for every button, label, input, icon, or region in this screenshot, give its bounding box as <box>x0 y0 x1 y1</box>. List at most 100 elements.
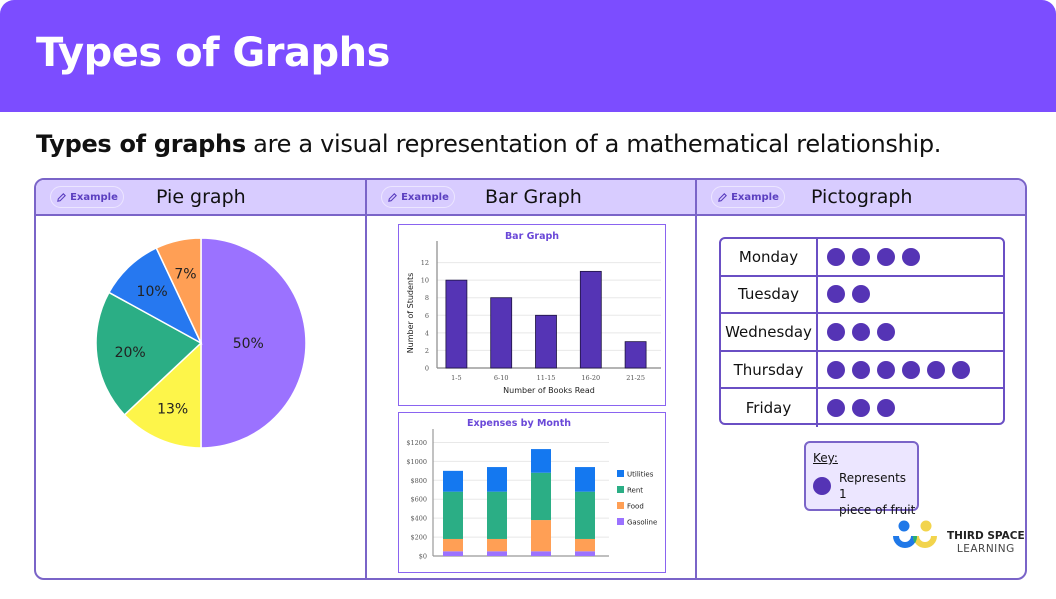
bar-graph-box: Bar Graph 0 2 4 6 8 10 12 1-5 6-10 11-15 16-20 21-25… <box>398 224 666 406</box>
bar-2 <box>535 314 557 369</box>
example-badge: Example <box>711 186 785 208</box>
pictograph-dots <box>818 352 970 388</box>
stack-ytick-6: $1200 <box>406 439 427 447</box>
bar-column-header: Example Bar Graph <box>367 180 695 216</box>
fruit-dot-icon <box>827 285 845 304</box>
legend-swatch-utilities <box>617 470 624 477</box>
pie-label-0: 50% <box>233 336 264 352</box>
pie-label-2: 20% <box>115 345 146 361</box>
pencil-icon <box>718 192 728 202</box>
bar-ytick-2: 4 <box>425 329 429 337</box>
legend-label-utilities: Utilities <box>627 471 654 479</box>
stack-seg-rent-2 <box>531 472 551 521</box>
fruit-dot-icon <box>827 322 845 341</box>
pictograph-dots <box>818 277 870 313</box>
bar-xtick-0: 1-5 <box>451 374 461 382</box>
fruit-dot-icon <box>927 360 945 379</box>
stacked-bar-chart: Expenses by Month $0 $200 $400 $600 $800 $1000… <box>406 418 657 561</box>
pictograph-dots <box>818 389 895 427</box>
stack-seg-food-0 <box>443 538 463 552</box>
bar-4 <box>624 341 647 369</box>
legend-swatch-rent <box>617 486 624 493</box>
expenses-box: Expenses by Month $0 $200 $400 $600 $800 $1000… <box>398 412 666 573</box>
bar-ytick-1: 2 <box>425 347 429 355</box>
fruit-dot-icon <box>852 322 870 341</box>
fruit-dot-icon <box>877 360 895 379</box>
bar-title: Bar Graph <box>485 186 582 208</box>
stack-seg-gasoline-3 <box>575 551 595 556</box>
stack-ytick-3: $600 <box>410 496 427 504</box>
pie-column: Example Pie graph 50% 13% 20% 10% 7% <box>36 180 367 578</box>
intro-bold: Types of graphs <box>36 130 246 158</box>
fruit-dot-icon <box>827 247 845 266</box>
pictograph-row: Monday <box>721 239 1003 277</box>
stack-seg-food-2 <box>531 520 551 552</box>
stack-seg-food-3 <box>575 538 595 552</box>
pictograph-column: Example Pictograph Monday Tuesday Wednesda… <box>697 180 1025 578</box>
stack-seg-utilities-1 <box>487 467 507 492</box>
fruit-dot-icon <box>852 399 870 418</box>
bar-ytick-5: 10 <box>421 277 429 285</box>
fruit-dot-icon <box>827 399 845 418</box>
stack-chart-title: Expenses by Month <box>467 418 571 429</box>
bar-ytick-4: 8 <box>425 294 429 302</box>
bar-xtick-3: 16-20 <box>581 374 600 382</box>
legend-label-gasoline: Gasoline <box>627 519 657 527</box>
pictograph-row: Tuesday <box>721 276 1003 315</box>
bar-xtick-2: 11-15 <box>537 374 556 382</box>
pie-label-1: 13% <box>157 402 188 418</box>
bar-1 <box>490 297 513 369</box>
pictograph-row: Friday <box>721 389 1003 427</box>
examples-panel: Example Pie graph 50% 13% 20% 10% 7% Example… <box>34 178 1027 580</box>
fruit-dot-icon <box>902 360 920 379</box>
stack-ytick-5: $1000 <box>406 458 427 466</box>
stack-seg-rent-0 <box>443 491 463 539</box>
stack-seg-utilities-2 <box>531 449 551 473</box>
example-badge-label: Example <box>401 191 449 203</box>
fruit-dot-icon <box>952 360 970 379</box>
pictograph-dots <box>818 239 920 275</box>
bar-xlabel: Number of Books Read <box>503 386 595 395</box>
stack-seg-food-1 <box>487 538 507 552</box>
stack-seg-gasoline-1 <box>487 551 507 556</box>
pictograph-row: Wednesday <box>721 314 1003 352</box>
stack-ytick-1: $200 <box>410 534 427 542</box>
key-label: Key: <box>813 451 838 465</box>
example-badge-label: Example <box>70 191 118 203</box>
stack-ytick-4: $800 <box>410 477 427 485</box>
fruit-dot-icon <box>877 399 895 418</box>
pencil-icon <box>388 192 398 202</box>
key-text: Represents 1 piece of fruit <box>839 471 916 517</box>
pictograph-day: Monday <box>721 239 818 275</box>
stack-ytick-0: $0 <box>419 553 427 561</box>
fruit-dot-icon <box>852 247 870 266</box>
intro-rest: are a visual representation of a mathema… <box>245 130 942 158</box>
pie-label-3: 10% <box>137 284 168 300</box>
header-banner: Types of Graphs <box>0 0 1056 112</box>
pictograph-day: Wednesday <box>721 314 818 350</box>
pictograph-day: Friday <box>721 389 818 427</box>
stack-seg-utilities-3 <box>575 467 595 492</box>
pictograph-table: Monday Tuesday Wednesday Thursday Friday <box>719 237 1005 427</box>
bar-xtick-4: 21-25 <box>626 374 645 382</box>
bar-chart: Bar Graph 0 2 4 6 8 10 12 1-5 6-10 11-15 16-20 21-25… <box>406 231 661 395</box>
fruit-dot-icon <box>827 360 845 379</box>
bar-chart-title: Bar Graph <box>505 231 559 242</box>
pictograph-dots <box>818 314 895 350</box>
bar-column: Example Bar Graph Bar Graph 0 2 4 6 8 10 12 1-5 6… <box>367 180 697 578</box>
stack-seg-gasoline-0 <box>443 551 463 556</box>
pictograph-day: Tuesday <box>721 276 818 313</box>
bar-ytick-0: 0 <box>425 365 429 373</box>
bar-3 <box>579 270 602 369</box>
pictograph-key: Key: Represents 1 piece of fruit <box>804 441 919 517</box>
page-title: Types of Graphs <box>36 30 390 76</box>
pie-label-4: 7% <box>174 266 196 282</box>
pie-chart: 50% 13% 20% 10% 7% <box>95 237 307 449</box>
stack-seg-utilities-0 <box>443 470 463 492</box>
stack-seg-gasoline-2 <box>531 551 551 556</box>
fruit-dot-icon <box>877 247 895 266</box>
stack-seg-rent-3 <box>575 491 595 539</box>
example-badge-label: Example <box>731 191 779 203</box>
legend-label-rent: Rent <box>627 487 643 495</box>
pictograph-day: Thursday <box>721 351 818 388</box>
